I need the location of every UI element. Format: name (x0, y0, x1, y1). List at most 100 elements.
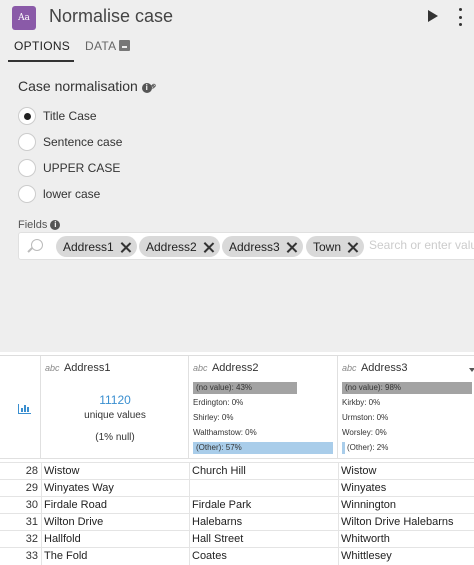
stat-row[interactable]: Worsley: 0% (342, 427, 387, 439)
case-step-icon: Aa (12, 6, 36, 30)
type-label: abc (342, 363, 357, 373)
radio-label: lower case (43, 187, 101, 201)
radio-button[interactable] (18, 107, 36, 125)
field-chip-address1[interactable]: Address1 (56, 236, 137, 257)
field-chip-address2[interactable]: Address2 (139, 236, 220, 257)
chip-label: Address1 (63, 239, 114, 254)
data-grid: abc Address1 11120 unique values (1% nul… (0, 355, 474, 565)
radio-label: Title Case (43, 109, 97, 123)
table-row[interactable]: 28 Wistow Church Hill Wistow (0, 462, 474, 480)
radio-title-case[interactable]: Title Case (18, 106, 97, 126)
type-label: abc (45, 363, 60, 373)
info-icon[interactable]: i (50, 220, 61, 230)
column-header-address3[interactable]: abc Address3 (no value): 98% Kirkby: 0% … (338, 356, 474, 459)
stat-bar-row[interactable]: (Other): 57% (193, 442, 333, 454)
radio-label: Sentence case (43, 135, 123, 149)
radio-button[interactable] (18, 185, 36, 203)
cell-address1[interactable]: Wilton Drive (44, 516, 103, 528)
radio-label: UPPER CASE (43, 161, 121, 175)
cell-address2[interactable]: Church Hill (192, 465, 246, 477)
play-icon[interactable] (428, 10, 438, 22)
table-row[interactable]: 30 Firdale Road Firdale Park Winnington (0, 496, 474, 514)
column-header-address1[interactable]: abc Address1 11120 unique values (1% nul… (41, 356, 189, 459)
case-normalisation-title: Case normalisation (18, 78, 138, 94)
cell-address1[interactable]: Hallfold (44, 533, 81, 545)
chip-label: Town (313, 239, 342, 254)
row-number: 30 (25, 499, 38, 511)
row-number-header (0, 356, 41, 459)
column-title: Address2 (211, 362, 259, 374)
step-panel: Aa Normalise case OPTIONS DATA Case norm… (0, 0, 474, 352)
field-chip-town[interactable]: Town (306, 236, 365, 257)
column-name: abc Address2 (193, 362, 258, 374)
radio-lower-case[interactable]: lower case (18, 184, 100, 204)
cell-address3[interactable]: Whitworth (341, 533, 390, 545)
remove-chip-icon[interactable] (121, 242, 131, 252)
radio-sentence-case[interactable]: Sentence case (18, 132, 122, 152)
radio-button[interactable] (18, 159, 36, 177)
cell-address3[interactable]: Winyates (341, 482, 386, 494)
fields-selector[interactable]: Address1 Address2 Address3 Town (18, 232, 474, 260)
field-chip-address3[interactable]: Address3 (222, 236, 303, 257)
stat-bar-row[interactable]: (no value): 43% (193, 382, 297, 394)
cell-address2[interactable]: Halebarns (192, 516, 242, 528)
cell-address3[interactable]: Wilton Drive Halebarns (341, 516, 453, 528)
row-number: 29 (25, 482, 38, 494)
table-row[interactable]: 31 Wilton Drive Halebarns Wilton Drive H… (0, 513, 474, 531)
cell-address1[interactable]: Winyates Way (44, 482, 114, 494)
cell-address2[interactable]: Hall Street (192, 533, 243, 545)
table-row[interactable]: 33 The Fold Coates Whittlesey (0, 547, 474, 565)
tab-bar: OPTIONS DATA (0, 36, 474, 62)
unique-count: 11120 (99, 393, 131, 407)
kebab-menu-icon[interactable] (457, 8, 463, 26)
table-row[interactable]: 32 Hallfold Hall Street Whitworth (0, 530, 474, 548)
type-label: abc (193, 363, 208, 373)
fields-search-input[interactable] (369, 238, 474, 252)
bar-chart-icon[interactable] (18, 404, 31, 414)
row-number: 33 (25, 550, 38, 562)
row-number: 28 (25, 465, 38, 477)
fields-heading: Fields i (18, 219, 61, 231)
null-note: (1% null) (95, 432, 135, 443)
step-title: Normalise case (49, 6, 174, 26)
cell-address1[interactable]: Firdale Road (44, 499, 107, 511)
radio-upper-case[interactable]: UPPER CASE (18, 158, 120, 178)
fields-label: Fields (18, 219, 48, 231)
chip-label: Address3 (229, 239, 280, 254)
cell-address1[interactable]: The Fold (44, 550, 87, 562)
remove-chip-icon[interactable] (348, 242, 358, 252)
stat-row[interactable]: Kirkby: 0% (342, 397, 380, 409)
stat-bar-row[interactable]: (no value): 98% (342, 382, 472, 394)
radio-button[interactable] (18, 133, 36, 151)
tab-data-label: DATA (85, 39, 117, 53)
table-row[interactable]: 29 Winyates Way Winyates (0, 479, 474, 497)
stat-row[interactable]: Walthamstow: 0% (193, 427, 257, 439)
cell-address1[interactable]: Wistow (44, 465, 79, 477)
cell-address3[interactable]: Whittlesey (341, 550, 392, 562)
database-icon (119, 40, 131, 51)
cell-address2[interactable]: Coates (192, 550, 227, 562)
stat-row[interactable]: Urmston: 0% (342, 412, 388, 424)
tab-options[interactable]: OPTIONS (14, 39, 70, 53)
column-header-address2[interactable]: abc Address2 (no value): 43% Erdington: … (189, 356, 338, 459)
case-normalisation-heading: Case normalisation i (18, 78, 152, 94)
row-number: 31 (25, 516, 38, 528)
unique-label: unique values (84, 410, 146, 421)
stat-bar-row[interactable]: (Other): 2% (342, 442, 388, 454)
search-icon (31, 239, 43, 251)
stat-row[interactable]: Erdington: 0% (193, 397, 243, 409)
stat-row[interactable]: Shirley: 0% (193, 412, 233, 424)
column-name: abc Address3 (342, 362, 407, 374)
column-name: abc Address1 (45, 362, 110, 374)
remove-chip-icon[interactable] (287, 242, 297, 252)
cell-address3[interactable]: Winnington (341, 499, 396, 511)
active-tab-indicator (8, 60, 74, 62)
column-title: Address1 (63, 362, 111, 374)
chip-label: Address2 (146, 239, 197, 254)
column-menu-icon[interactable] (469, 368, 474, 372)
cell-address3[interactable]: Wistow (341, 465, 376, 477)
remove-chip-icon[interactable] (204, 242, 214, 252)
cell-address2[interactable]: Firdale Park (192, 499, 251, 511)
column-title: Address3 (360, 362, 408, 374)
tab-data[interactable]: DATA (85, 39, 131, 53)
